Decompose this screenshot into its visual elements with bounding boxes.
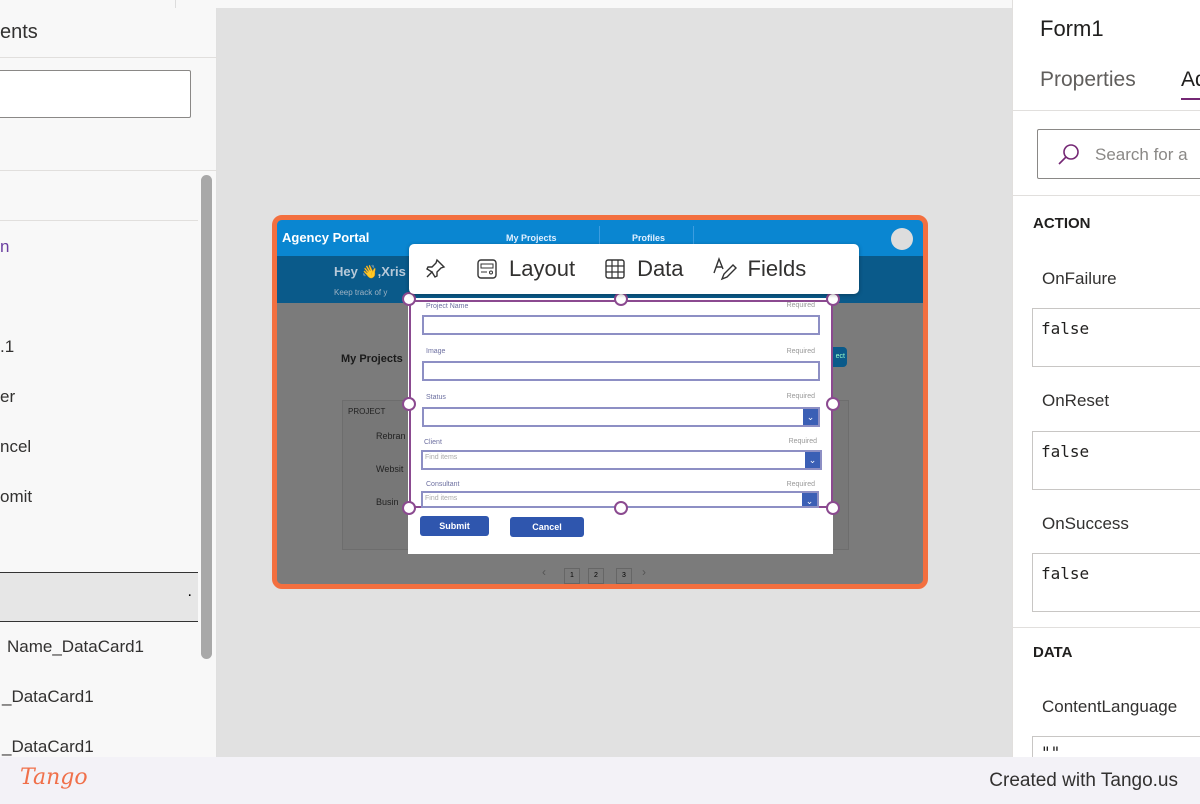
status-dropdown[interactable]: ⌄ xyxy=(422,407,820,427)
pin-button[interactable] xyxy=(409,257,461,281)
tab-advanced[interactable]: Ad xyxy=(1181,68,1200,100)
property-label: OnSuccess xyxy=(1042,514,1129,533)
onsuccess-formula[interactable]: false xyxy=(1032,553,1200,612)
resize-handle[interactable] xyxy=(826,501,840,515)
tree-item-selected[interactable]: . xyxy=(0,572,198,622)
tree-item[interactable]: omit xyxy=(0,487,32,507)
properties-panel: Form1 Properties Ad Search for a ACTION … xyxy=(1012,0,1200,766)
field-label: Status xyxy=(426,394,446,401)
tree-item[interactable]: .1 xyxy=(0,337,14,357)
table-row[interactable]: Rebran xyxy=(376,431,406,441)
resize-handle[interactable] xyxy=(402,292,416,306)
tree-view-panel: ents n .1 er ncel omit . Name_DataCard1 … xyxy=(0,0,217,757)
data-label: Data xyxy=(637,256,684,281)
text-edit-icon xyxy=(712,257,737,281)
required-label: Required xyxy=(786,393,815,400)
page-button[interactable]: 3 xyxy=(616,568,632,584)
next-page-icon[interactable]: › xyxy=(642,565,646,579)
required-label: Required xyxy=(788,438,817,445)
chevron-down-icon: ⌄ xyxy=(805,452,820,468)
column-header: PROJECT xyxy=(348,407,386,416)
property-search-input[interactable]: Search for a xyxy=(1037,129,1200,179)
resize-handle[interactable] xyxy=(826,397,840,411)
tree-item[interactable]: n xyxy=(0,237,9,257)
table-row[interactable]: Websit xyxy=(376,464,403,474)
required-label: Required xyxy=(786,481,815,488)
cancel-button[interactable]: Cancel xyxy=(510,517,584,537)
tree-search-input[interactable] xyxy=(0,70,191,118)
client-combobox[interactable]: Find items ⌄ xyxy=(421,450,822,470)
table-icon xyxy=(605,259,625,279)
chevron-down-icon: ⌄ xyxy=(803,409,818,425)
property-label: OnReset xyxy=(1042,391,1110,410)
field-label: Image xyxy=(426,348,446,355)
field-label: Project Name xyxy=(426,303,469,310)
avatar-icon[interactable] xyxy=(891,228,913,250)
nav-my-projects[interactable]: My Projects xyxy=(506,233,557,243)
table-row[interactable]: Busin xyxy=(376,497,399,507)
tree-item[interactable]: er xyxy=(0,387,15,407)
tree-item[interactable]: _DataCard1 xyxy=(2,737,94,757)
scrollbar[interactable] xyxy=(201,175,212,659)
field-label: Client xyxy=(424,439,442,446)
resize-handle[interactable] xyxy=(402,397,416,411)
tree-item[interactable]: _DataCard1 xyxy=(2,687,94,707)
panel-title: ents xyxy=(0,21,38,43)
data-button[interactable]: Data xyxy=(589,256,697,282)
control-name: Form1 xyxy=(1040,16,1104,41)
search-placeholder: Search for a xyxy=(1095,145,1188,164)
greeting: Hey 👋,Xris xyxy=(334,264,406,279)
resize-handle[interactable] xyxy=(826,292,840,306)
required-label: Required xyxy=(786,348,815,355)
tango-logo: Tango xyxy=(20,765,88,790)
nav-profiles[interactable]: Profiles xyxy=(632,233,665,243)
fields-button[interactable]: Fields xyxy=(698,256,821,282)
layout-label: Layout xyxy=(509,256,576,281)
search-icon xyxy=(1058,144,1079,165)
section-header: ACTION xyxy=(1033,215,1091,232)
app-title: Agency Portal xyxy=(282,230,370,245)
tree-item[interactable]: ncel xyxy=(0,437,31,457)
placeholder: Find items xyxy=(425,454,458,461)
image-input[interactable] xyxy=(422,361,820,381)
fields-label: Fields xyxy=(747,256,807,281)
submit-button[interactable]: Submit xyxy=(420,516,489,536)
section-title: My Projects xyxy=(341,353,403,365)
canvas-top-strip xyxy=(175,0,1012,8)
pin-icon xyxy=(426,258,446,278)
resize-handle[interactable] xyxy=(402,501,416,515)
tab-properties[interactable]: Properties xyxy=(1040,68,1136,92)
form-quick-toolbar: Layout Data Fields xyxy=(409,244,859,294)
resize-handle[interactable] xyxy=(614,501,628,515)
layout-button[interactable]: Layout xyxy=(461,256,589,282)
credit-text: Created with Tango.us xyxy=(989,770,1178,791)
property-label: OnFailure xyxy=(1042,269,1117,288)
onreset-formula[interactable]: false xyxy=(1032,431,1200,490)
required-label: Required xyxy=(786,302,815,309)
project-name-input[interactable] xyxy=(422,315,820,335)
subtitle: Keep track of y xyxy=(334,288,388,297)
page-button[interactable]: 2 xyxy=(588,568,604,584)
edit-form[interactable]: Project Name Required Image Required Sta… xyxy=(408,298,833,554)
onfailure-formula[interactable]: false xyxy=(1032,308,1200,367)
chevron-down-icon: ⌄ xyxy=(802,493,817,506)
field-label: Consultant xyxy=(426,481,460,488)
tree-item[interactable]: Name_DataCard1 xyxy=(7,637,144,657)
prev-page-icon[interactable]: ‹ xyxy=(542,565,546,579)
section-header: DATA xyxy=(1033,644,1073,661)
resize-handle[interactable] xyxy=(614,292,628,306)
layout-icon xyxy=(477,259,497,279)
page-button[interactable]: 1 xyxy=(564,568,580,584)
footer-bar: Tango Created with Tango.us xyxy=(0,757,1200,804)
property-label: ContentLanguage xyxy=(1042,697,1178,716)
